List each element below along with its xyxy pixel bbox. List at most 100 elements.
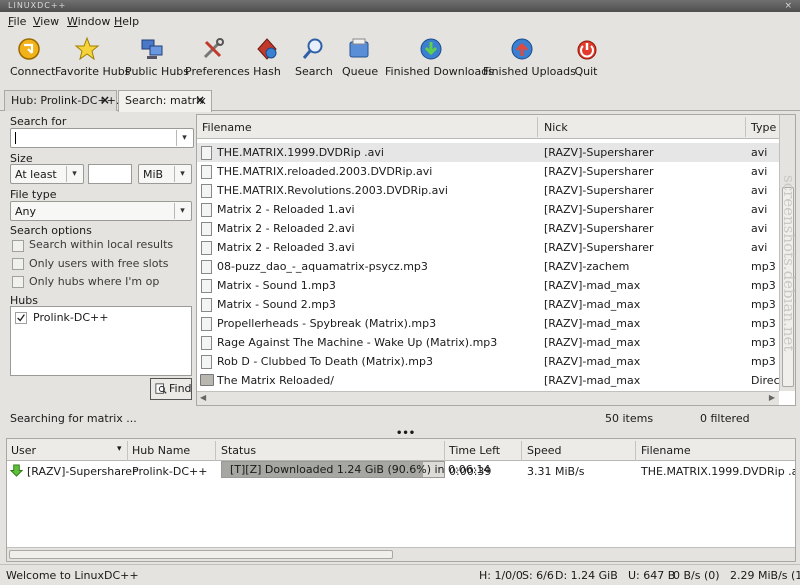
col-user[interactable]: User	[11, 444, 36, 457]
column-divider[interactable]	[127, 441, 128, 461]
result-row[interactable]: Rage Against The Machine - Wake Up (Matr…	[197, 333, 779, 352]
hash-label: Hash	[253, 65, 281, 78]
queue-button[interactable]: Queue	[342, 36, 378, 82]
col-hub-name[interactable]: Hub Name	[132, 444, 190, 457]
result-row[interactable]: Matrix 2 - Reloaded 1.avi [RAZV]-Supersha…	[197, 200, 779, 219]
scroll-left-icon[interactable]: ◀	[200, 393, 206, 402]
search-status-text: Searching for matrix ...	[10, 412, 137, 425]
result-nick: [RAZV]-Supersharer	[544, 165, 654, 178]
hash-button[interactable]: Hash	[252, 36, 282, 82]
size-unit-select[interactable]: MiB ▾	[138, 164, 192, 184]
search-for-label: Search for	[10, 115, 67, 128]
result-filename: The Matrix Reloaded/	[217, 374, 334, 387]
result-nick: [RAZV]-mad_max	[544, 374, 641, 387]
tab-search[interactable]: Search: matrix ×	[118, 90, 212, 112]
preferences-button[interactable]: Preferences	[185, 36, 250, 82]
column-divider[interactable]	[635, 441, 636, 461]
result-row[interactable]: Matrix 2 - Reloaded 2.avi [RAZV]-Supersha…	[197, 219, 779, 238]
results-horizontal-scrollbar[interactable]: ◀ ▶	[197, 391, 779, 405]
folder-icon	[200, 374, 214, 386]
search-local-checkbox[interactable]	[12, 240, 24, 252]
favorite-hubs-button[interactable]: Favorite Hubs	[55, 36, 131, 82]
result-row[interactable]: Matrix - Sound 1.mp3 [RAZV]-mad_max mp3	[197, 276, 779, 295]
search-button[interactable]: Search	[295, 36, 333, 82]
window-close-button[interactable]: ×	[784, 0, 792, 12]
column-divider[interactable]	[215, 441, 216, 461]
file-icon	[201, 336, 212, 350]
finished-uploads-button[interactable]: Finished Uploads	[483, 36, 576, 82]
column-divider[interactable]	[521, 441, 522, 461]
search-options-label: Search options	[10, 224, 92, 237]
col-filename[interactable]: Filename	[641, 444, 691, 457]
statusbar: Welcome to LinuxDC++ H: 1/0/0 S: 6/6 D: …	[0, 564, 800, 585]
status-downloaded: D: 1.24 GiB	[555, 569, 618, 582]
status-message: Welcome to LinuxDC++	[6, 569, 139, 582]
result-row[interactable]: Matrix - Sound 2.mp3 [RAZV]-mad_max mp3	[197, 295, 779, 314]
size-input[interactable]	[88, 164, 132, 184]
transfers-scroll-thumb[interactable]	[9, 550, 393, 559]
size-unit-value: MiB	[143, 168, 164, 181]
quit-button[interactable]: Quit	[574, 36, 598, 82]
file-type-value: Any	[15, 205, 37, 218]
col-type[interactable]: Type	[751, 121, 776, 134]
menu-help[interactable]: Help	[114, 15, 139, 28]
result-filename: 08-puzz_dao_-_aquamatrix-psycz.mp3	[217, 260, 428, 273]
result-nick: [RAZV]-mad_max	[544, 355, 641, 368]
hub-prolink-label: Prolink-DC++	[33, 311, 109, 324]
tab-hub-close-icon[interactable]: ×	[100, 93, 110, 107]
menu-view[interactable]: View	[33, 15, 59, 28]
public-hubs-label: Public Hubs	[125, 65, 190, 78]
result-row[interactable]: THE.MATRIX.reloaded.2003.DVDRip.avi [RAZV…	[197, 162, 779, 181]
status-hubs: H: 1/0/0	[479, 569, 523, 582]
chevron-down-icon[interactable]: ▾	[176, 130, 192, 146]
result-row[interactable]: THE.MATRIX.Revolutions.2003.DVDRip.avi [R…	[197, 181, 779, 200]
file-icon	[201, 317, 212, 331]
result-filename: THE.MATRIX.Revolutions.2003.DVDRip.avi	[217, 184, 448, 197]
col-time-left[interactable]: Time Left	[449, 444, 500, 457]
size-mode-select[interactable]: At least ▾	[10, 164, 84, 184]
op-hubs-checkbox[interactable]	[12, 276, 24, 288]
transfer-filename: THE.MATRIX.1999.DVDRip .avi	[641, 465, 796, 478]
file-icon	[201, 279, 212, 293]
tab-hub[interactable]: Hub: Prolink-DC++... ×	[4, 90, 126, 111]
result-filename: THE.MATRIX.1999.DVDRip .avi	[217, 146, 384, 159]
menu-window[interactable]: Window	[67, 15, 110, 28]
free-slots-checkbox[interactable]	[12, 258, 24, 270]
transfer-time-left: 0:00:39	[449, 465, 492, 478]
menu-file[interactable]: File	[8, 15, 26, 28]
chevron-down-icon[interactable]: ▾	[174, 166, 190, 182]
chevron-down-icon[interactable]: ▾	[66, 166, 82, 182]
file-icon	[201, 355, 212, 369]
result-row[interactable]: Matrix 2 - Reloaded 3.avi [RAZV]-Supersha…	[197, 238, 779, 257]
result-row[interactable]: Rob D - Clubbed To Death (Matrix).mp3 [RA…	[197, 352, 779, 371]
file-icon	[201, 241, 212, 255]
result-row[interactable]: 08-puzz_dao_-_aquamatrix-psycz.mp3 [RAZV]…	[197, 257, 779, 276]
col-nick[interactable]: Nick	[544, 121, 568, 134]
favorite-hubs-label: Favorite Hubs	[55, 65, 131, 78]
column-divider[interactable]	[537, 117, 538, 137]
transfers-horizontal-scrollbar[interactable]	[7, 547, 795, 561]
search-local-label: Search within local results	[29, 238, 174, 251]
search-input[interactable]: ▾	[10, 128, 194, 148]
file-type-select[interactable]: Any ▾	[10, 201, 192, 221]
col-speed[interactable]: Speed	[527, 444, 561, 457]
col-filename[interactable]: Filename	[202, 121, 252, 134]
connect-label: Connect	[10, 65, 56, 78]
col-status[interactable]: Status	[221, 444, 256, 457]
finished-downloads-button[interactable]: Finished Downloads	[385, 36, 494, 82]
result-row[interactable]: Propellerheads - Spybreak (Matrix).mp3 [R…	[197, 314, 779, 333]
file-icon	[201, 146, 212, 160]
chevron-down-icon[interactable]: ▾	[174, 203, 190, 219]
hash-icon	[257, 38, 277, 60]
tab-search-close-icon[interactable]: ×	[195, 93, 205, 107]
chevron-down-icon[interactable]: ▾	[117, 444, 122, 454]
hub-prolink-checkbox[interactable]	[15, 312, 27, 324]
column-divider[interactable]	[745, 117, 746, 137]
connect-button[interactable]: Connect	[10, 36, 56, 82]
public-hubs-button[interactable]: Public Hubs	[125, 36, 190, 82]
file-icon	[201, 298, 212, 312]
result-row[interactable]: The Matrix Reloaded/[RAZV]-mad_max Direc	[197, 371, 779, 390]
result-row[interactable]: THE.MATRIX.1999.DVDRip .avi [RAZV]-Supers…	[197, 143, 779, 162]
column-divider[interactable]	[444, 441, 445, 461]
find-button[interactable]: Find	[150, 378, 192, 400]
